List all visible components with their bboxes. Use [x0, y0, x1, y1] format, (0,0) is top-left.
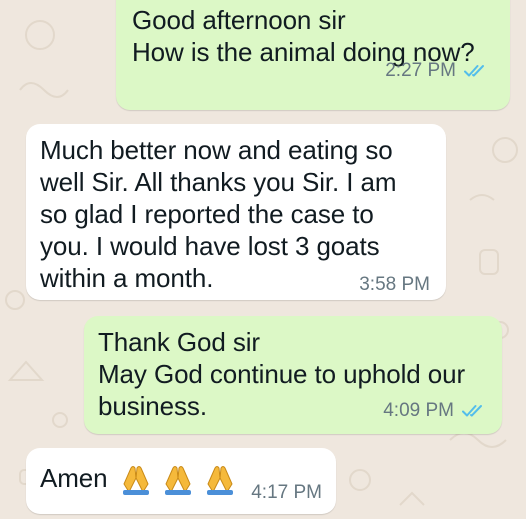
- double-check-read-icon: [462, 404, 486, 418]
- folded-hands-icon: [119, 463, 153, 495]
- message-meta: 4:09 PM: [383, 400, 486, 422]
- message-meta: 3:58 PM: [359, 274, 430, 296]
- message-text: Good afternoon sir How is the animal doi…: [132, 5, 475, 67]
- incoming-message-bubble[interactable]: Amen 4:17 PM: [26, 448, 336, 514]
- message-time: 4:09 PM: [383, 400, 454, 421]
- emoji-group: [119, 463, 237, 495]
- message-meta: 4:17 PM: [251, 482, 322, 504]
- outgoing-message-bubble[interactable]: Thank God sir May God continue to uphold…: [84, 316, 502, 434]
- message-text: Much better now and eating so well Sir. …: [40, 135, 397, 293]
- outgoing-message-bubble[interactable]: Good afternoon sir How is the animal doi…: [116, 0, 510, 110]
- message-time: 3:58 PM: [359, 274, 430, 295]
- message-word: Amen: [40, 463, 108, 493]
- double-check-read-icon: [464, 64, 488, 78]
- message-text: Amen: [40, 462, 237, 495]
- folded-hands-icon: [203, 463, 237, 495]
- incoming-message-bubble[interactable]: Much better now and eating so well Sir. …: [26, 124, 446, 300]
- folded-hands-icon: [161, 463, 195, 495]
- message-time: 2:27 PM: [385, 60, 456, 81]
- message-meta: 2:27 PM: [385, 60, 488, 82]
- chat-thread[interactable]: Good afternoon sir How is the animal doi…: [0, 0, 526, 519]
- message-time: 4:17 PM: [251, 482, 322, 503]
